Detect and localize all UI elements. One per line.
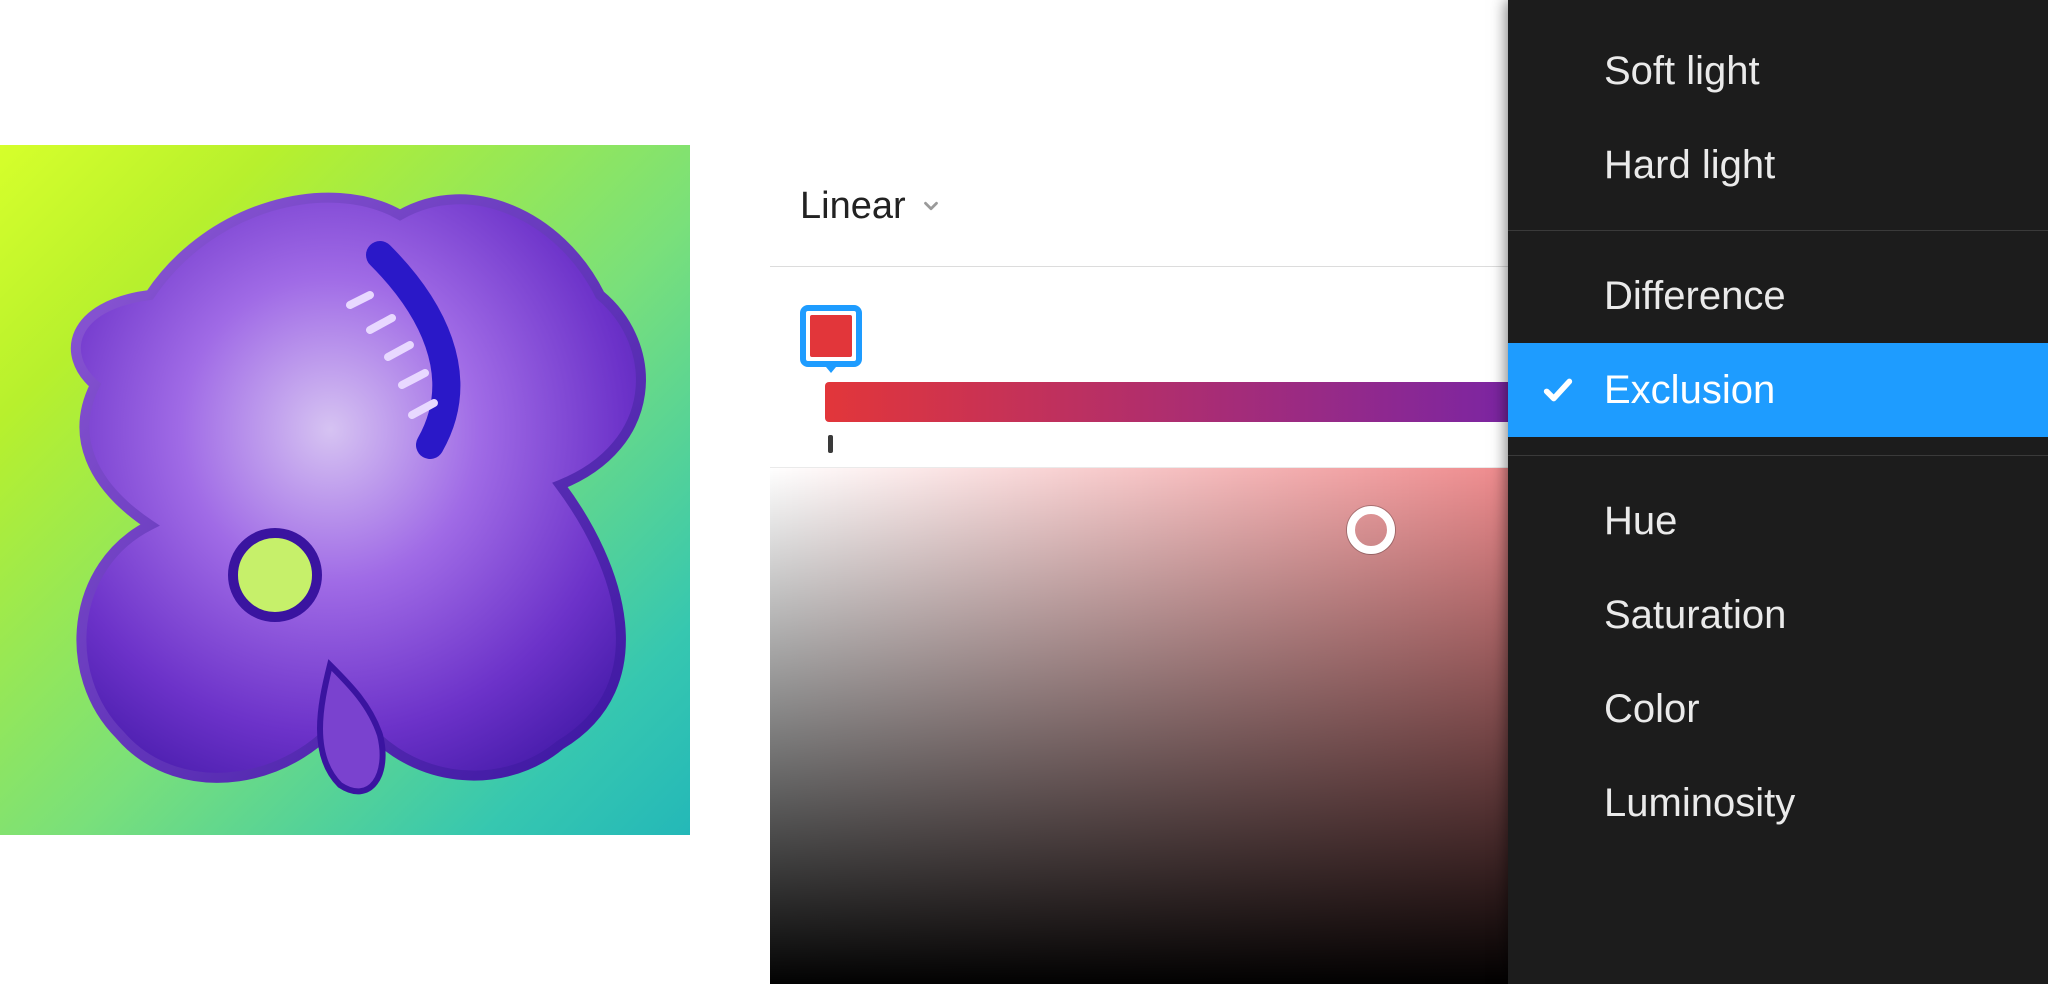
- blend-mode-option[interactable]: Luminosity: [1508, 756, 2048, 850]
- blend-mode-label: Hue: [1604, 501, 1677, 541]
- blend-mode-option[interactable]: Saturation: [1508, 568, 2048, 662]
- blend-mode-label: Saturation: [1604, 595, 1786, 635]
- preview-hole: [233, 533, 317, 617]
- blend-mode-label: Luminosity: [1604, 783, 1795, 823]
- checkmark-icon: [1538, 373, 1578, 407]
- blend-mode-option[interactable]: Soft light: [1508, 24, 2048, 118]
- gradient-type-select[interactable]: Linear: [800, 185, 942, 228]
- preview-shape: [76, 198, 641, 778]
- blend-mode-option[interactable]: Hard light: [1508, 118, 2048, 212]
- blend-mode-menu[interactable]: Soft light Hard light Difference Exclusion H…: [1508, 0, 2048, 984]
- gradient-type-label: Linear: [800, 185, 906, 228]
- blend-mode-label: Exclusion: [1604, 370, 1775, 410]
- menu-divider: [1508, 455, 2048, 456]
- blend-mode-option[interactable]: Hue: [1508, 474, 2048, 568]
- blend-mode-option[interactable]: Difference: [1508, 249, 2048, 343]
- blend-mode-option[interactable]: Color: [1508, 662, 2048, 756]
- opacity-stop-tick[interactable]: [828, 435, 833, 453]
- menu-divider: [1508, 230, 2048, 231]
- gradient-stop-1[interactable]: [800, 305, 862, 367]
- chevron-down-icon: [920, 195, 942, 217]
- blend-mode-option[interactable]: Exclusion: [1508, 343, 2048, 437]
- blend-mode-label: Soft light: [1604, 51, 1760, 91]
- color-field-cursor[interactable]: [1347, 506, 1395, 554]
- blend-mode-label: Hard light: [1604, 145, 1775, 185]
- blend-mode-label: Difference: [1604, 276, 1786, 316]
- canvas-preview: [0, 145, 690, 835]
- blend-mode-label: Color: [1604, 689, 1700, 729]
- preview-artwork: [0, 145, 690, 835]
